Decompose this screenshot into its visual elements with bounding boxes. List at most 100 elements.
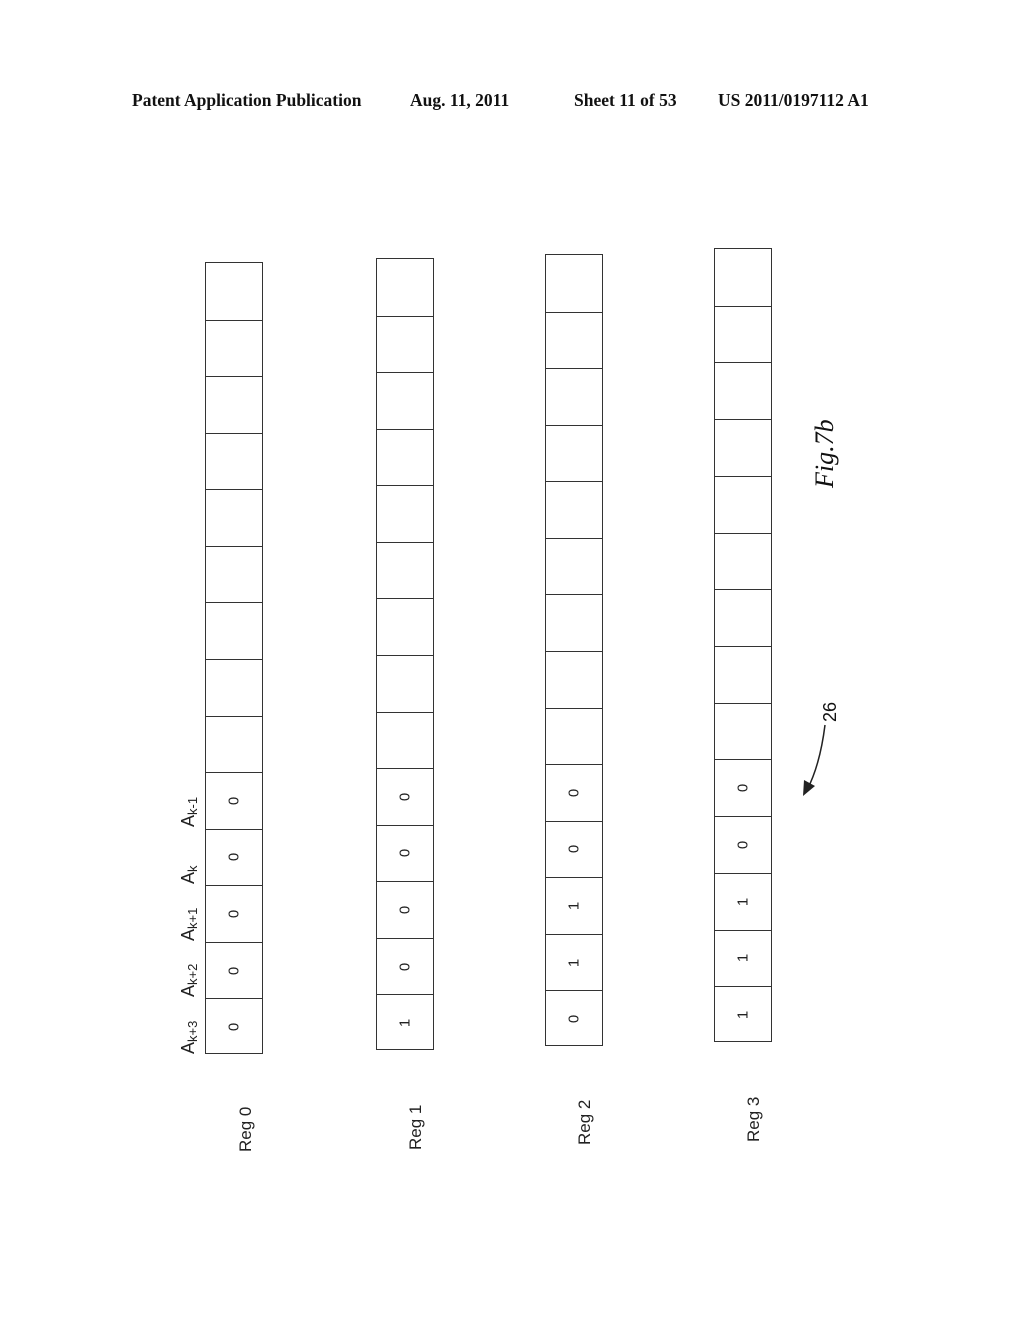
bit-cell: 0: [377, 937, 433, 995]
bit-label-letter: A: [178, 1041, 198, 1054]
empty-cell: [377, 598, 433, 655]
empty-cell: [715, 249, 771, 306]
register-label: Reg 0: [236, 1106, 255, 1152]
bit-value: 0: [734, 784, 752, 793]
bit-label-subscript: k-1: [185, 797, 200, 816]
bit-value: 0: [396, 792, 414, 802]
bit-value: 0: [565, 1015, 583, 1024]
bit-label-letter: A: [178, 928, 198, 941]
empty-cell: [377, 541, 433, 599]
register-3: 0 0 1 1 1: [714, 248, 772, 1042]
bit-value: 0: [396, 849, 414, 858]
empty-cell: [377, 372, 433, 429]
bit-cell: 1: [715, 986, 771, 1043]
empty-cell: [206, 432, 262, 490]
bit-cell: 0: [546, 820, 602, 878]
bit-cell: 1: [377, 994, 433, 1051]
sheet-number: Sheet 11 of 53: [574, 90, 677, 110]
empty-cell: [546, 594, 602, 651]
bit-value: 1: [565, 901, 583, 911]
empty-cell: [546, 481, 602, 538]
bit-value: 1: [396, 1019, 414, 1028]
bit-value: 0: [225, 966, 243, 975]
bit-position-label: Ak-1: [178, 797, 200, 827]
register-label: Reg 3: [744, 1096, 763, 1142]
bit-position-label: Ak: [178, 865, 200, 884]
bit-value: 1: [734, 954, 752, 963]
empty-cell: [546, 707, 602, 765]
page-header: Patent Application Publication Aug. 11, …: [0, 90, 1024, 114]
bit-position-label: Ak+3: [178, 1020, 200, 1053]
bit-value: 0: [396, 905, 414, 915]
bit-cell: 0: [715, 816, 771, 873]
bit-cell: 0: [206, 772, 262, 829]
empty-cell: [715, 532, 771, 590]
empty-cell: [206, 545, 262, 603]
empty-cell: [546, 424, 602, 482]
publication-date: Aug. 11, 2011: [410, 90, 510, 110]
empty-cell: [715, 305, 771, 363]
empty-cell: [715, 475, 771, 533]
publication-number: US 2011/0197112 A1: [718, 90, 869, 110]
bit-cell: 1: [546, 877, 602, 934]
empty-cell: [377, 259, 433, 316]
empty-cell: [377, 428, 433, 486]
bit-value: 0: [565, 845, 583, 854]
bit-value: 1: [734, 897, 752, 906]
empty-cell: [715, 589, 771, 646]
empty-cell: [206, 659, 262, 716]
empty-cell: [715, 646, 771, 703]
bit-cell: 0: [715, 759, 771, 816]
empty-cell: [715, 419, 771, 476]
empty-cell: [546, 368, 602, 425]
figure-label: Fig.7b: [810, 419, 839, 488]
bit-value: 1: [565, 958, 583, 967]
bit-label-subscript: k+3: [185, 1020, 200, 1042]
register-label: Reg 1: [406, 1104, 425, 1150]
bit-value: 0: [565, 788, 583, 798]
empty-cell: [206, 715, 262, 773]
bit-cell: 1: [715, 872, 771, 930]
bit-value: 0: [396, 962, 414, 971]
empty-cell: [206, 602, 262, 659]
reference-arrow-icon: [803, 724, 826, 796]
bit-cell: 0: [546, 990, 602, 1047]
bit-value: 0: [734, 840, 752, 850]
empty-cell: [377, 711, 433, 769]
empty-cell: [546, 255, 602, 312]
bit-cell: 1: [546, 933, 602, 991]
bit-cell: 0: [206, 885, 262, 942]
bit-label-letter: A: [178, 985, 198, 998]
empty-cell: [206, 319, 262, 377]
bit-label-subscript: k+2: [185, 963, 200, 986]
bit-cell: 0: [206, 828, 262, 886]
empty-cell: [206, 263, 262, 320]
bit-cell: 0: [206, 941, 262, 999]
bit-position-label: Ak+1: [178, 907, 200, 940]
empty-cell: [206, 489, 262, 546]
empty-cell: [546, 537, 602, 595]
empty-cell: [377, 485, 433, 542]
bit-value: 0: [225, 909, 243, 919]
empty-cell: [546, 311, 602, 369]
bit-cell: 1: [715, 929, 771, 987]
bit-label-subscript: k+1: [185, 907, 200, 929]
register-0: 0 0 0 0 0: [205, 262, 263, 1054]
register-1: 0 0 0 0 1: [376, 258, 434, 1050]
bit-value: 0: [225, 1023, 243, 1032]
empty-cell: [546, 651, 602, 708]
empty-cell: [206, 376, 262, 433]
bit-cell: 0: [206, 998, 262, 1055]
bit-value: 0: [225, 853, 243, 862]
bit-position-label: Ak+2: [178, 964, 200, 997]
bit-label-subscript: k: [185, 865, 200, 872]
bit-cell: 0: [546, 764, 602, 821]
bit-cell: 0: [377, 768, 433, 825]
reference-numeral: 26: [820, 701, 840, 722]
bit-label-letter: A: [178, 815, 198, 828]
empty-cell: [377, 315, 433, 373]
publication-title: Patent Application Publication: [132, 90, 362, 110]
bit-label-letter: A: [178, 871, 198, 884]
bit-cell: 0: [377, 824, 433, 882]
register-label: Reg 2: [575, 1099, 594, 1145]
